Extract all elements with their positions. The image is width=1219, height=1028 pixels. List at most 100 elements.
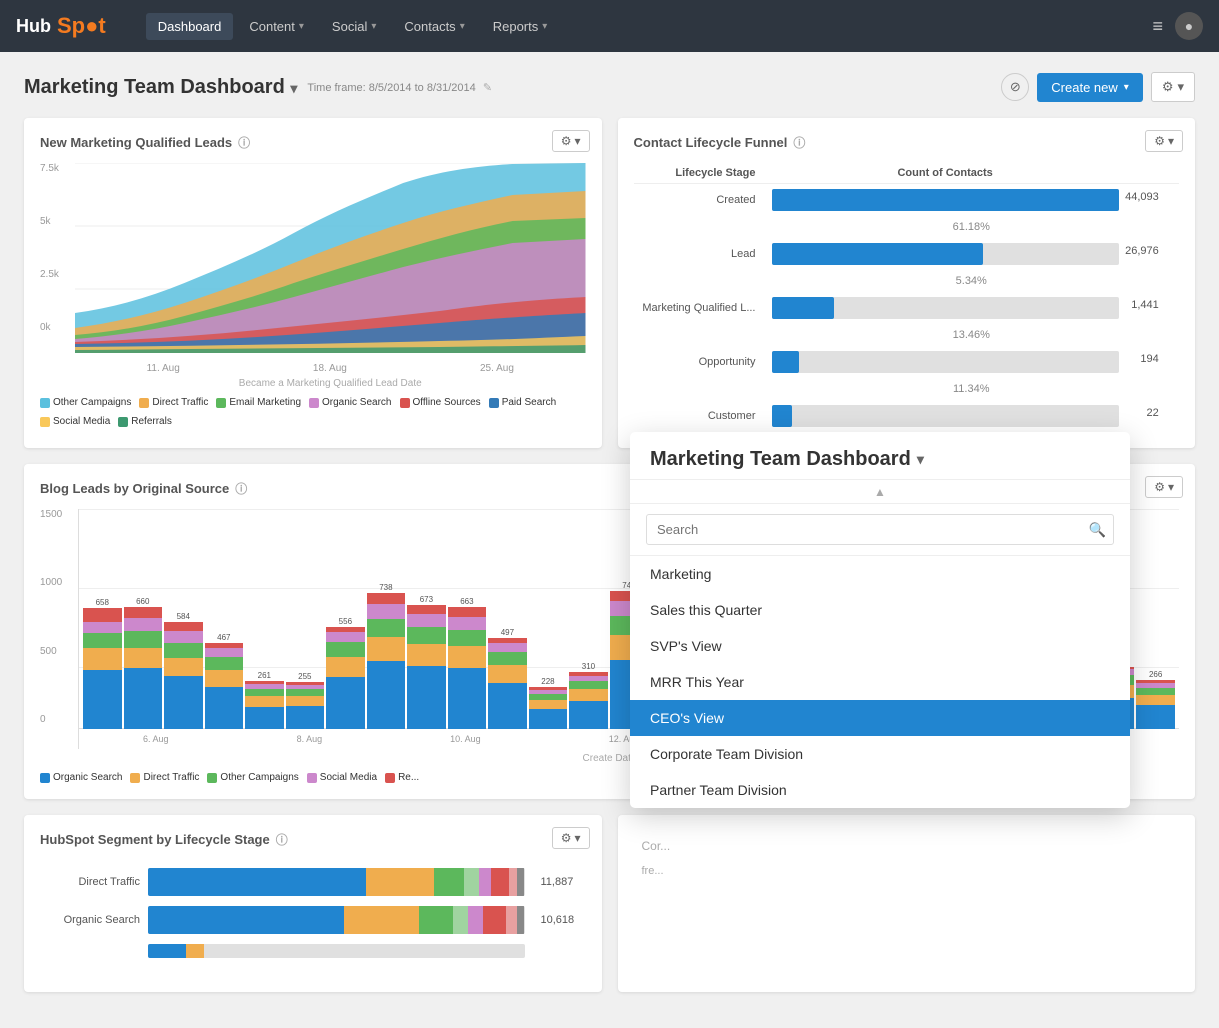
funnel-card: Contact Lifecycle Funnel ⓘ ⚙ ▾ Lifecycle… xyxy=(618,118,1196,448)
mql-card: New Marketing Qualified Leads ⓘ ⚙ ▾ 7.5k… xyxy=(24,118,602,448)
social-media-color xyxy=(40,417,50,427)
dropdown-collapse-arrow[interactable]: ▲ xyxy=(630,480,1130,504)
bar-group-11: 497 xyxy=(488,628,527,729)
segment-title: HubSpot Segment by Lifecycle Stage ⓘ xyxy=(40,831,586,848)
funnel-row-opportunity: Opportunity 194 xyxy=(634,346,1180,378)
nav-contacts[interactable]: Contacts ▾ xyxy=(392,13,476,40)
mql-y-labels: 7.5k 5k 2.5k 0k xyxy=(40,163,70,333)
mql-chart: 7.5k 5k 2.5k 0k xyxy=(40,163,586,363)
header-actions: ⊘ Create new ▾ ⚙ ▾ xyxy=(1001,72,1195,102)
blog-info-icon[interactable]: ⓘ xyxy=(235,480,247,497)
funnel-info-icon[interactable]: ⓘ xyxy=(793,134,805,151)
organic-search-color xyxy=(309,398,319,408)
menu-icon[interactable]: ≡ xyxy=(1152,16,1163,37)
customer-bar xyxy=(772,405,793,427)
lc-organic-search: Organic Search 10,618 xyxy=(40,906,586,934)
blog-gear-caret: ▾ xyxy=(1168,480,1174,494)
count-value-header xyxy=(1127,163,1179,184)
contacts-caret: ▾ xyxy=(460,21,465,32)
mql-bar xyxy=(772,297,835,319)
edit-timeframe-icon[interactable]: ✎ xyxy=(483,82,492,94)
bar-group-10: 663 xyxy=(448,597,487,729)
bar-group-13: 310 xyxy=(569,662,608,729)
partial-card: Cor... fre... xyxy=(618,815,1196,992)
bar-group-6: 255 xyxy=(286,672,325,729)
segment-options: ⚙ ▾ xyxy=(552,827,590,849)
nav-dashboard[interactable]: Dashboard xyxy=(146,13,234,40)
dropdown-item-mrr[interactable]: MRR This Year xyxy=(630,664,1130,700)
legend-social-media: Social Media xyxy=(40,416,110,427)
page-title[interactable]: Marketing Team Dashboard ▾ xyxy=(24,76,297,99)
funnel-row-lead: Lead 26,976 xyxy=(634,238,1180,270)
blog-y-labels: 1500 1000 500 0 xyxy=(40,509,78,749)
funnel-pct-opportunity: 11.34% xyxy=(634,378,1180,400)
referrals-color xyxy=(118,417,128,427)
legend-blog-direct: Direct Traffic xyxy=(130,772,199,783)
user-icon[interactable]: ● xyxy=(1175,12,1203,40)
nav-content[interactable]: Content ▾ xyxy=(237,13,316,40)
funnel-title: Contact Lifecycle Funnel ⓘ xyxy=(634,134,1180,151)
funnel-pct-created: 61.18% xyxy=(634,216,1180,238)
create-new-button[interactable]: Create new ▾ xyxy=(1037,73,1143,102)
main-content: Marketing Team Dashboard ▾ Time frame: 8… xyxy=(0,52,1219,1028)
legend-paid-search: Paid Search xyxy=(489,397,556,408)
funnel-pct-lead: 5.34% xyxy=(634,270,1180,292)
contact-count-header: Count of Contacts xyxy=(764,163,1127,184)
paid-search-color xyxy=(489,398,499,408)
dropdown-search-area: 🔍 xyxy=(630,504,1130,556)
social-caret: ▾ xyxy=(371,21,376,32)
dashboard-search-input[interactable] xyxy=(646,514,1114,545)
dropdown-item-partner[interactable]: Partner Team Division xyxy=(630,772,1130,808)
dropdown-item-sales[interactable]: Sales this Quarter xyxy=(630,592,1130,628)
offline-sources-color xyxy=(400,398,410,408)
blog-gear-button[interactable]: ⚙ ▾ xyxy=(1145,476,1183,498)
settings-caret: ▾ xyxy=(1177,79,1184,95)
mql-legend: Other Campaigns Direct Traffic Email Mar… xyxy=(40,397,586,427)
mql-svg xyxy=(75,163,586,353)
legend-organic-search: Organic Search xyxy=(309,397,391,408)
blog-options: ⚙ ▾ xyxy=(1145,476,1183,498)
dropdown-list: Marketing Sales this Quarter SVP's View … xyxy=(630,556,1130,808)
funnel-row-customer: Customer 22 xyxy=(634,400,1180,432)
logo[interactable]: HubSp●t xyxy=(16,13,106,39)
dropdown-item-ceo[interactable]: CEO's View xyxy=(630,700,1130,736)
bar-group-9: 673 xyxy=(407,595,446,729)
logo-hub: Hub xyxy=(16,16,51,37)
disable-button[interactable]: ⊘ xyxy=(1001,73,1029,101)
page-settings-button[interactable]: ⚙ ▾ xyxy=(1151,72,1195,102)
legend-referrals: Referrals xyxy=(118,416,172,427)
title-area: Marketing Team Dashboard ▾ Time frame: 8… xyxy=(24,76,492,99)
lc-other xyxy=(40,944,586,958)
funnel-table: Lifecycle Stage Count of Contacts Create… xyxy=(634,163,1180,432)
nav-reports[interactable]: Reports ▾ xyxy=(481,13,560,40)
segment-gear-button[interactable]: ⚙ ▾ xyxy=(552,827,590,849)
page-header: Marketing Team Dashboard ▾ Time frame: 8… xyxy=(24,72,1195,102)
funnel-gear-button[interactable]: ⚙ ▾ xyxy=(1145,130,1183,152)
segment-info-icon[interactable]: ⓘ xyxy=(276,831,288,848)
nav-social[interactable]: Social ▾ xyxy=(320,13,388,40)
mql-options: ⚙ ▾ xyxy=(552,130,590,152)
funnel-row-created: Created 44,093 xyxy=(634,184,1180,217)
direct-traffic-color xyxy=(139,398,149,408)
top-cards-row: New Marketing Qualified Leads ⓘ ⚙ ▾ 7.5k… xyxy=(24,118,1195,448)
mql-gear-button[interactable]: ⚙ ▾ xyxy=(552,130,590,152)
dropdown-item-svp[interactable]: SVP's View xyxy=(630,628,1130,664)
bar-group-27: 266 xyxy=(1136,670,1175,729)
legend-offline-sources: Offline Sources xyxy=(400,397,481,408)
dropdown-item-corporate[interactable]: Corporate Team Division xyxy=(630,736,1130,772)
bar-group-2: 660 xyxy=(124,597,163,729)
mql-gear-caret: ▾ xyxy=(574,134,580,148)
funnel-gear-caret: ▾ xyxy=(1168,134,1174,148)
dropdown-item-marketing[interactable]: Marketing xyxy=(630,556,1130,592)
nav-links: Dashboard Content ▾ Social ▾ Contacts ▾ … xyxy=(146,13,560,40)
mql-info-icon[interactable]: ⓘ xyxy=(238,134,250,151)
reports-caret: ▾ xyxy=(542,21,547,32)
other-campaigns-color xyxy=(40,398,50,408)
bar-group-3: 584 xyxy=(164,612,203,729)
bar-group-4: 467 xyxy=(205,633,244,729)
navbar: HubSp●t Dashboard Content ▾ Social ▾ Con… xyxy=(0,0,1219,52)
create-caret: ▾ xyxy=(1124,82,1129,93)
lc-direct-traffic: Direct Traffic 11,887 xyxy=(40,868,586,896)
partial-card-label: Cor... xyxy=(634,831,1180,861)
bar-group-5: 261 xyxy=(245,671,284,729)
